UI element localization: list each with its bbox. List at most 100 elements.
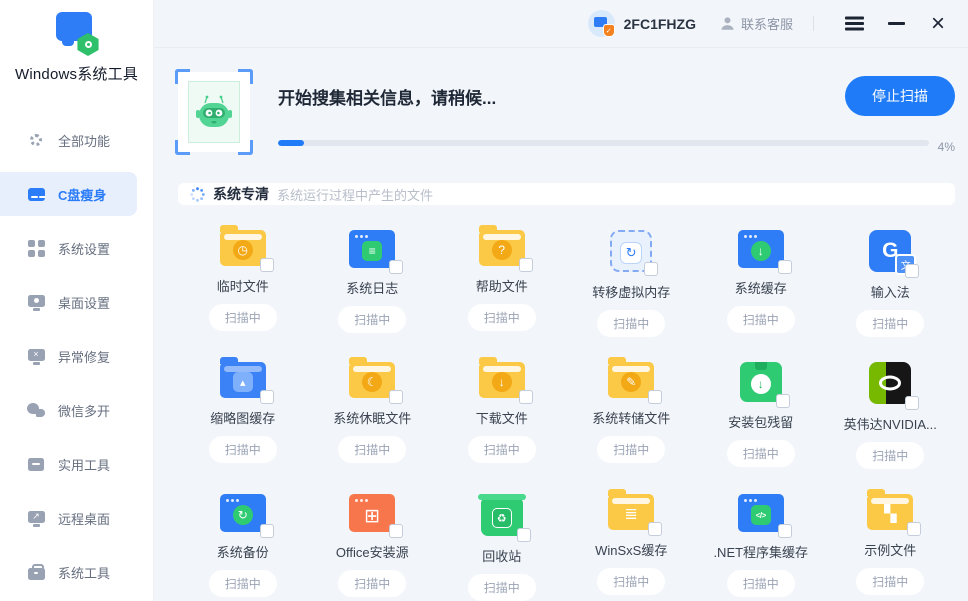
- item-label: .NET程序集缓存: [713, 542, 808, 561]
- section-subtitle: 系统运行过程中产生的文件: [277, 185, 433, 204]
- item-status-button[interactable]: 扫描中: [209, 570, 277, 597]
- item-checkbox[interactable]: [644, 262, 658, 276]
- item-label: 缩略图缓存: [210, 408, 275, 427]
- minimize-button[interactable]: [880, 8, 912, 40]
- scan-item: ↻ 转移虚拟内存 扫描中: [567, 230, 697, 337]
- item-label: 示例文件: [864, 540, 916, 559]
- item-checkbox[interactable]: [517, 528, 531, 542]
- item-status-button[interactable]: 扫描中: [338, 436, 406, 463]
- sidebar-item-system-tools[interactable]: 系统工具: [0, 550, 137, 594]
- disk-icon: [27, 185, 45, 203]
- scan-item: 英伟达NVIDIA... 扫描中: [826, 362, 956, 469]
- item-checkbox[interactable]: [389, 260, 403, 274]
- dump-files-folder-icon: ✎: [608, 362, 654, 398]
- hamburger-icon: [845, 22, 864, 25]
- sidebar-item-wechat-multi[interactable]: 微信多开: [0, 388, 137, 432]
- item-label: 系统休眠文件: [333, 408, 411, 427]
- close-icon: ×: [931, 12, 945, 36]
- item-checkbox[interactable]: [519, 258, 533, 272]
- scan-item: ↻ 系统备份 扫描中: [178, 494, 308, 601]
- help-files-folder-icon: ?: [479, 230, 525, 266]
- contact-support-button[interactable]: 联系客服: [720, 14, 793, 33]
- scan-items-grid: ◷ 临时文件 扫描中 ≡ 系统日志 扫描中 ? 帮助文件 扫描中 ↻ 转移虚拟内…: [178, 230, 955, 601]
- sidebar-item-label: 系统工具: [58, 563, 110, 582]
- item-status-button[interactable]: 扫描中: [468, 574, 536, 601]
- close-button[interactable]: ×: [922, 8, 954, 40]
- item-status-button[interactable]: 扫描中: [856, 442, 924, 469]
- item-status-button[interactable]: 扫描中: [468, 436, 536, 463]
- sidebar-item-desktop-settings[interactable]: 桌面设置: [0, 280, 137, 324]
- sidebar-item-remote-desktop[interactable]: ↗ 远程桌面: [0, 496, 137, 540]
- item-status-button[interactable]: 扫描中: [209, 304, 277, 331]
- titlebar-divider: [813, 16, 814, 31]
- sidebar-item-system-settings[interactable]: 系统设置: [0, 226, 137, 270]
- item-checkbox[interactable]: [648, 390, 662, 404]
- spinner-icon: [190, 187, 205, 202]
- sidebar-item-error-repair[interactable]: × 异常修复: [0, 334, 137, 378]
- sidebar-item-label: 系统设置: [58, 239, 110, 258]
- item-label: 转移虚拟内存: [592, 282, 670, 301]
- item-status-button[interactable]: 扫描中: [468, 304, 536, 331]
- item-checkbox[interactable]: [260, 524, 274, 538]
- item-status-button[interactable]: 扫描中: [209, 436, 277, 463]
- titlebar: ✓ 2FC1FHZG 联系客服 ×: [154, 0, 968, 48]
- app-title: Windows系统工具: [0, 63, 153, 84]
- item-checkbox[interactable]: [519, 390, 533, 404]
- item-checkbox[interactable]: [389, 524, 403, 538]
- gear-icon: [27, 131, 45, 149]
- main-panel: ✓ 2FC1FHZG 联系客服 ×: [154, 0, 968, 601]
- scan-item: ▴ 缩略图缓存 扫描中: [178, 362, 308, 469]
- item-status-button[interactable]: 扫描中: [597, 568, 665, 595]
- scan-item: ⊞ Office安装源 扫描中: [308, 494, 438, 601]
- item-checkbox[interactable]: [260, 390, 274, 404]
- item-status-button[interactable]: 扫描中: [856, 568, 924, 595]
- sidebar-item-label: C盘瘦身: [58, 185, 106, 204]
- item-checkbox[interactable]: [778, 524, 792, 538]
- item-status-button[interactable]: 扫描中: [727, 440, 795, 467]
- item-status-button[interactable]: 扫描中: [597, 310, 665, 337]
- person-icon: [720, 16, 735, 31]
- item-status-button[interactable]: 扫描中: [597, 436, 665, 463]
- temp-files-folder-icon: ◷: [220, 230, 266, 266]
- repair-monitor-icon: ×: [27, 347, 45, 365]
- item-checkbox[interactable]: [776, 394, 790, 408]
- scan-progress: 4%: [278, 136, 955, 150]
- item-checkbox[interactable]: [260, 258, 274, 272]
- scan-item: ☾ 系统休眠文件 扫描中: [308, 362, 438, 469]
- item-checkbox[interactable]: [648, 522, 662, 536]
- sidebar-item-all-features[interactable]: 全部功能: [0, 118, 137, 162]
- item-status-button[interactable]: 扫描中: [338, 306, 406, 333]
- item-checkbox[interactable]: [389, 390, 403, 404]
- item-status-button[interactable]: 扫描中: [856, 310, 924, 337]
- recycle-bin-icon: ♻: [481, 499, 523, 536]
- scan-item: </> .NET程序集缓存 扫描中: [696, 494, 826, 601]
- item-label: 系统缓存: [735, 278, 787, 297]
- device-id-chip[interactable]: ✓ 2FC1FHZG: [588, 10, 696, 37]
- scan-item: ✎ 系统转储文件 扫描中: [567, 362, 697, 469]
- item-status-button[interactable]: 扫描中: [338, 570, 406, 597]
- stop-scan-button[interactable]: 停止扫描: [845, 76, 955, 116]
- item-label: 英伟达NVIDIA...: [844, 414, 937, 433]
- scan-item: G 输入法 扫描中: [826, 230, 956, 337]
- scan-item: ▚ 示例文件 扫描中: [826, 494, 956, 601]
- sidebar-item-label: 实用工具: [58, 455, 110, 474]
- item-label: 系统日志: [346, 278, 398, 297]
- item-checkbox[interactable]: [778, 260, 792, 274]
- item-checkbox[interactable]: [905, 264, 919, 278]
- nvidia-icon: [869, 362, 911, 404]
- sidebar: Windows系统工具 全部功能 C盘瘦身 系统设置 桌面设置 × 异常修复 微…: [0, 0, 154, 601]
- sidebar-item-utilities[interactable]: 实用工具: [0, 442, 137, 486]
- item-label: 回收站: [482, 546, 521, 565]
- scan-item: ↓ 安装包残留 扫描中: [696, 362, 826, 469]
- menu-button[interactable]: [838, 8, 870, 40]
- app-logo-icon: [54, 12, 100, 54]
- sidebar-item-label: 异常修复: [58, 347, 110, 366]
- thumbnail-cache-folder-icon: ▴: [220, 362, 266, 398]
- item-label: 帮助文件: [476, 276, 528, 295]
- app-grid-icon: [27, 239, 45, 257]
- sidebar-item-c-drive-slim[interactable]: C盘瘦身: [0, 172, 137, 216]
- item-checkbox[interactable]: [907, 522, 921, 536]
- item-checkbox[interactable]: [905, 396, 919, 410]
- item-status-button[interactable]: 扫描中: [727, 570, 795, 597]
- item-status-button[interactable]: 扫描中: [727, 306, 795, 333]
